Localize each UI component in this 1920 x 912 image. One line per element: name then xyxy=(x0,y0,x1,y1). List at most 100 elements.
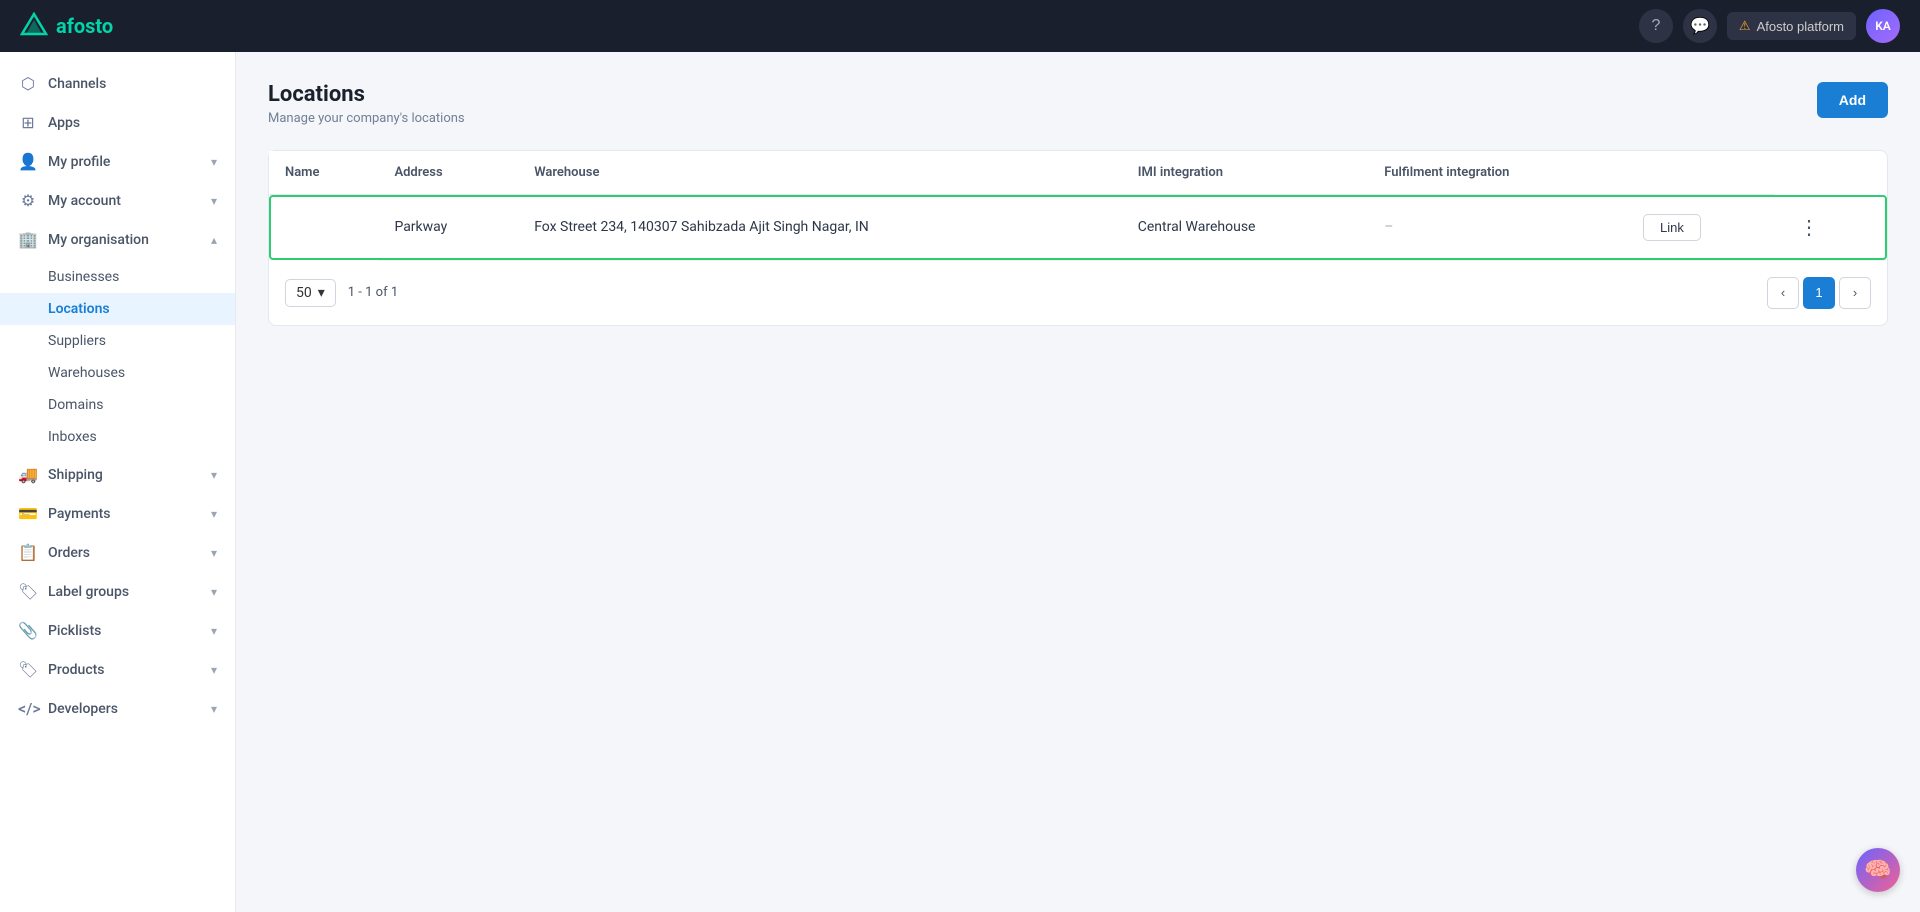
page-title: Locations xyxy=(268,82,465,107)
chat-icon: 💬 xyxy=(1690,16,1710,36)
sidebar-item-payments[interactable]: 💳 Payments ▾ xyxy=(0,494,235,533)
col-imi: IMI integration xyxy=(1122,151,1369,195)
prev-page-button[interactable]: ‹ xyxy=(1767,277,1799,309)
sidebar-item-my-profile[interactable]: 👤 My profile ▾ xyxy=(0,142,235,181)
col-name: Name xyxy=(269,151,378,195)
pagination-info: 1 - 1 of 1 xyxy=(348,285,398,300)
topnav-right-area: ? 💬 ⚠ Afosto platform KA xyxy=(1639,9,1900,43)
brain-icon-symbol: 🧠 xyxy=(1864,858,1891,883)
next-page-button[interactable]: › xyxy=(1839,277,1871,309)
page-header: Locations Manage your company's location… xyxy=(268,82,1888,126)
sidebar-item-my-account[interactable]: ⚙ My account ▾ xyxy=(0,181,235,220)
sidebar-label-channels: Channels xyxy=(48,76,106,92)
page-header-left: Locations Manage your company's location… xyxy=(268,82,465,126)
chevron-down-icon-8: ▾ xyxy=(211,663,217,677)
sidebar-item-developers[interactable]: </> Developers ▾ xyxy=(0,689,235,728)
chevron-down-icon-7: ▾ xyxy=(211,624,217,638)
chat-button[interactable]: 💬 xyxy=(1683,9,1717,43)
sidebar-item-domains[interactable]: Domains xyxy=(0,389,235,421)
logo[interactable]: afosto xyxy=(20,12,113,40)
locations-table-container: Name Address Warehouse IMI integration F… xyxy=(268,150,1888,326)
table-row[interactable]: Parkway Fox Street 234, 140307 Sahibzada… xyxy=(269,195,1887,261)
warning-icon: ⚠ xyxy=(1739,18,1751,34)
chevron-up-icon: ▴ xyxy=(211,233,217,247)
sidebar-item-products[interactable]: 🏷 Products ▾ xyxy=(0,650,235,689)
imi-dash: – xyxy=(1384,219,1393,235)
link-button[interactable]: Link xyxy=(1643,214,1701,241)
cell-warehouse: Central Warehouse xyxy=(1122,195,1369,261)
sidebar-item-warehouses[interactable]: Warehouses xyxy=(0,357,235,389)
chevron-down-icon-2: ▾ xyxy=(211,194,217,208)
sidebar-label-label-groups: Label groups xyxy=(48,584,129,600)
my-organisation-icon: 🏢 xyxy=(18,230,38,249)
per-page-chevron: ▾ xyxy=(318,285,325,301)
chevron-down-icon-9: ▾ xyxy=(211,702,217,716)
sidebar-item-orders[interactable]: 📋 Orders ▾ xyxy=(0,533,235,572)
sidebar-label-apps: Apps xyxy=(48,115,80,131)
sidebar-label-my-account: My account xyxy=(48,193,121,209)
sidebar-item-my-organisation[interactable]: 🏢 My organisation ▴ xyxy=(0,220,235,259)
page-subtitle: Manage your company's locations xyxy=(268,111,465,126)
cell-address: Fox Street 234, 140307 Sahibzada Ajit Si… xyxy=(518,195,1122,261)
main-layout: ⬡ Channels ⊞ Apps 👤 My profile ▾ ⚙ My ac… xyxy=(0,52,1920,912)
chevron-down-icon: ▾ xyxy=(211,155,217,169)
cell-name: Parkway xyxy=(378,195,518,261)
help-icon: ? xyxy=(1651,17,1660,35)
cell-more: ⋮ xyxy=(1775,195,1887,261)
pagination: 50 ▾ 1 - 1 of 1 ‹ 1 › xyxy=(269,261,1887,325)
chevron-down-icon-5: ▾ xyxy=(211,546,217,560)
my-account-icon: ⚙ xyxy=(18,191,38,210)
my-profile-icon: 👤 xyxy=(18,152,38,171)
sidebar-label-my-profile: My profile xyxy=(48,154,110,170)
col-actions xyxy=(1627,151,1775,195)
table-body: Parkway Fox Street 234, 140307 Sahibzada… xyxy=(269,195,1887,261)
sidebar-item-label-groups[interactable]: 🏷 Label groups ▾ xyxy=(0,572,235,611)
col-warehouse: Warehouse xyxy=(518,151,1122,195)
table-header: Name Address Warehouse IMI integration F… xyxy=(269,151,1887,195)
picklists-icon: 📎 xyxy=(18,621,38,640)
logo-text: afosto xyxy=(56,14,113,38)
sidebar-item-suppliers[interactable]: Suppliers xyxy=(0,325,235,357)
orders-icon: 📋 xyxy=(18,543,38,562)
organisation-submenu: Businesses Locations Suppliers Warehouse… xyxy=(0,259,235,455)
sidebar-label-shipping: Shipping xyxy=(48,467,103,483)
brain-button[interactable]: 🧠 xyxy=(1856,848,1900,892)
sidebar-item-businesses[interactable]: Businesses xyxy=(0,261,235,293)
add-button[interactable]: Add xyxy=(1817,82,1888,118)
afosto-logo-icon xyxy=(20,12,48,40)
apps-icon: ⊞ xyxy=(18,113,38,132)
per-page-value: 50 xyxy=(296,285,312,301)
chevron-down-icon-6: ▾ xyxy=(211,585,217,599)
chevron-down-icon-4: ▾ xyxy=(211,507,217,521)
cell-imi: – xyxy=(1368,195,1627,261)
sidebar-item-picklists[interactable]: 📎 Picklists ▾ xyxy=(0,611,235,650)
col-address: Address xyxy=(378,151,518,195)
chevron-down-icon-3: ▾ xyxy=(211,468,217,482)
sidebar-label-picklists: Picklists xyxy=(48,623,101,639)
sidebar-item-channels[interactable]: ⬡ Channels xyxy=(0,64,235,103)
pagination-controls: ‹ 1 › xyxy=(1767,277,1871,309)
sidebar-label-developers: Developers xyxy=(48,701,118,717)
payments-icon: 💳 xyxy=(18,504,38,523)
sidebar-item-locations[interactable]: Locations xyxy=(0,293,235,325)
sidebar-item-inboxes[interactable]: Inboxes xyxy=(0,421,235,453)
avatar-text: KA xyxy=(1875,19,1891,33)
platform-selector[interactable]: ⚠ Afosto platform xyxy=(1727,12,1856,40)
avatar[interactable]: KA xyxy=(1866,9,1900,43)
channels-icon: ⬡ xyxy=(18,74,38,93)
more-options-button[interactable]: ⋮ xyxy=(1791,211,1827,244)
locations-table: Name Address Warehouse IMI integration F… xyxy=(269,151,1887,261)
developers-icon: </> xyxy=(18,699,38,718)
page-1-button[interactable]: 1 xyxy=(1803,277,1835,309)
help-button[interactable]: ? xyxy=(1639,9,1673,43)
top-navigation: afosto ? 💬 ⚠ Afosto platform KA xyxy=(0,0,1920,52)
sidebar-item-shipping[interactable]: 🚚 Shipping ▾ xyxy=(0,455,235,494)
col-fulfilment: Fulfilment integration xyxy=(1368,151,1627,195)
sidebar: ⬡ Channels ⊞ Apps 👤 My profile ▾ ⚙ My ac… xyxy=(0,52,236,912)
sidebar-item-apps[interactable]: ⊞ Apps xyxy=(0,103,235,142)
per-page-selector[interactable]: 50 ▾ xyxy=(285,279,336,307)
main-content: Locations Manage your company's location… xyxy=(236,52,1920,912)
shipping-icon: 🚚 xyxy=(18,465,38,484)
cell-fulfilment: Link xyxy=(1627,195,1775,261)
sidebar-label-orders: Orders xyxy=(48,545,90,561)
